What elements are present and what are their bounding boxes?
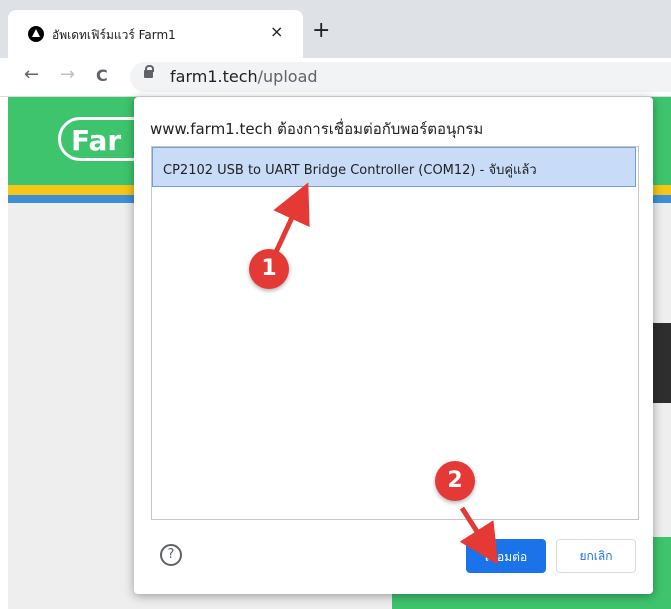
arrow-step1 (273, 182, 310, 254)
step1-badge: 1 (249, 249, 289, 289)
arrow-step2 (459, 506, 499, 565)
step2-badge: 2 (435, 461, 475, 501)
annotation-arrows (273, 182, 499, 565)
